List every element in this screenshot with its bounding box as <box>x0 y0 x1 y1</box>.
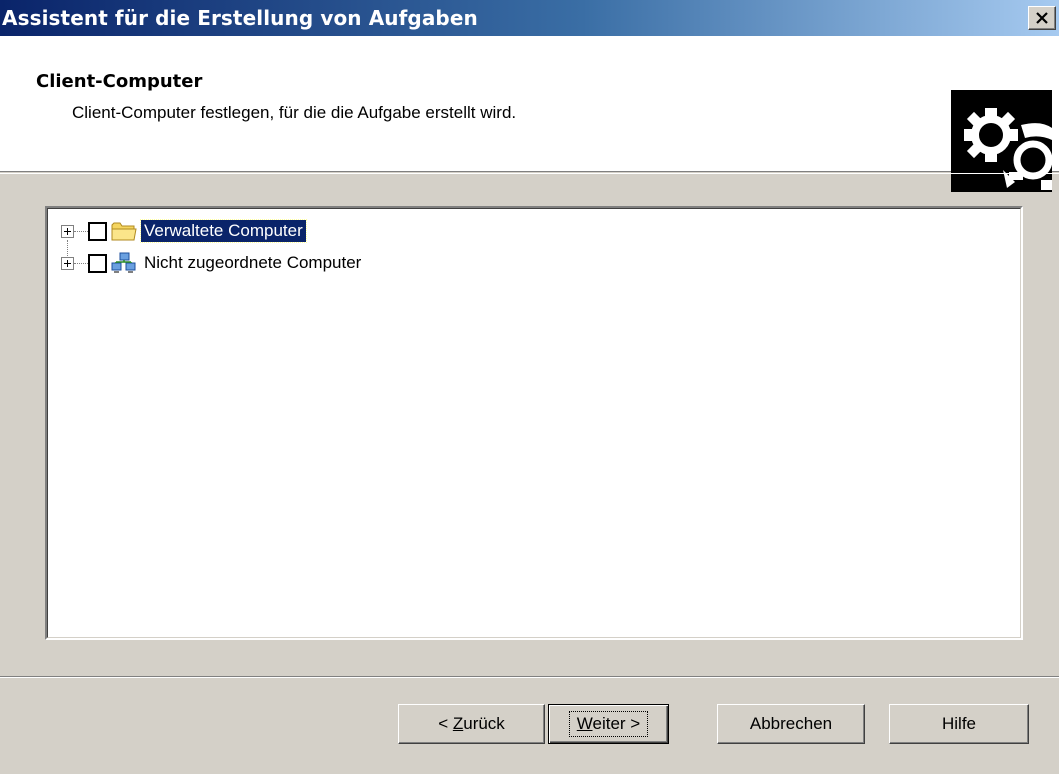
next-button-label: Weiter > <box>568 711 649 737</box>
page-subtitle: Client-Computer festlegen, für die die A… <box>72 103 517 122</box>
title-bar[interactable]: Assistent für die Erstellung von Aufgabe… <box>0 0 1059 36</box>
tree-item-label[interactable]: Nicht zugeordnete Computer <box>141 252 364 274</box>
network-computers-icon <box>111 252 137 274</box>
tree-item-unassigned-computers[interactable]: Nicht zugeordnete Computer <box>61 250 364 276</box>
help-button-label: Hilfe <box>941 714 976 733</box>
tree-item-label[interactable]: Verwaltete Computer <box>140 219 307 243</box>
cancel-button[interactable]: Abbrechen <box>717 704 865 744</box>
close-icon <box>1036 12 1048 24</box>
checkbox-managed-computers[interactable] <box>88 221 107 241</box>
close-button[interactable] <box>1028 6 1056 30</box>
cancel-button-label: Abbrechen <box>749 714 833 733</box>
next-button[interactable]: Weiter > <box>548 704 669 744</box>
window-title: Assistent für die Erstellung von Aufgabe… <box>2 6 478 30</box>
expand-icon[interactable] <box>61 224 74 238</box>
page-title: Client-Computer <box>36 71 203 92</box>
back-button[interactable]: < Zurück <box>398 704 545 744</box>
gears-icon <box>951 90 1053 192</box>
checkbox-unassigned-computers[interactable] <box>88 253 107 273</box>
header-divider <box>0 173 1059 174</box>
tree-item-managed-computers[interactable]: Verwaltete Computer <box>61 218 307 244</box>
computer-tree[interactable]: Verwaltete Computer Nicht zugeordnete Co… <box>45 206 1023 640</box>
folder-icon <box>111 220 137 242</box>
expand-icon[interactable] <box>61 256 74 270</box>
wizard-header: Client-Computer Client-Computer festlege… <box>0 36 1059 192</box>
help-button[interactable]: Hilfe <box>889 704 1029 744</box>
back-button-label: < Zurück <box>438 714 505 733</box>
